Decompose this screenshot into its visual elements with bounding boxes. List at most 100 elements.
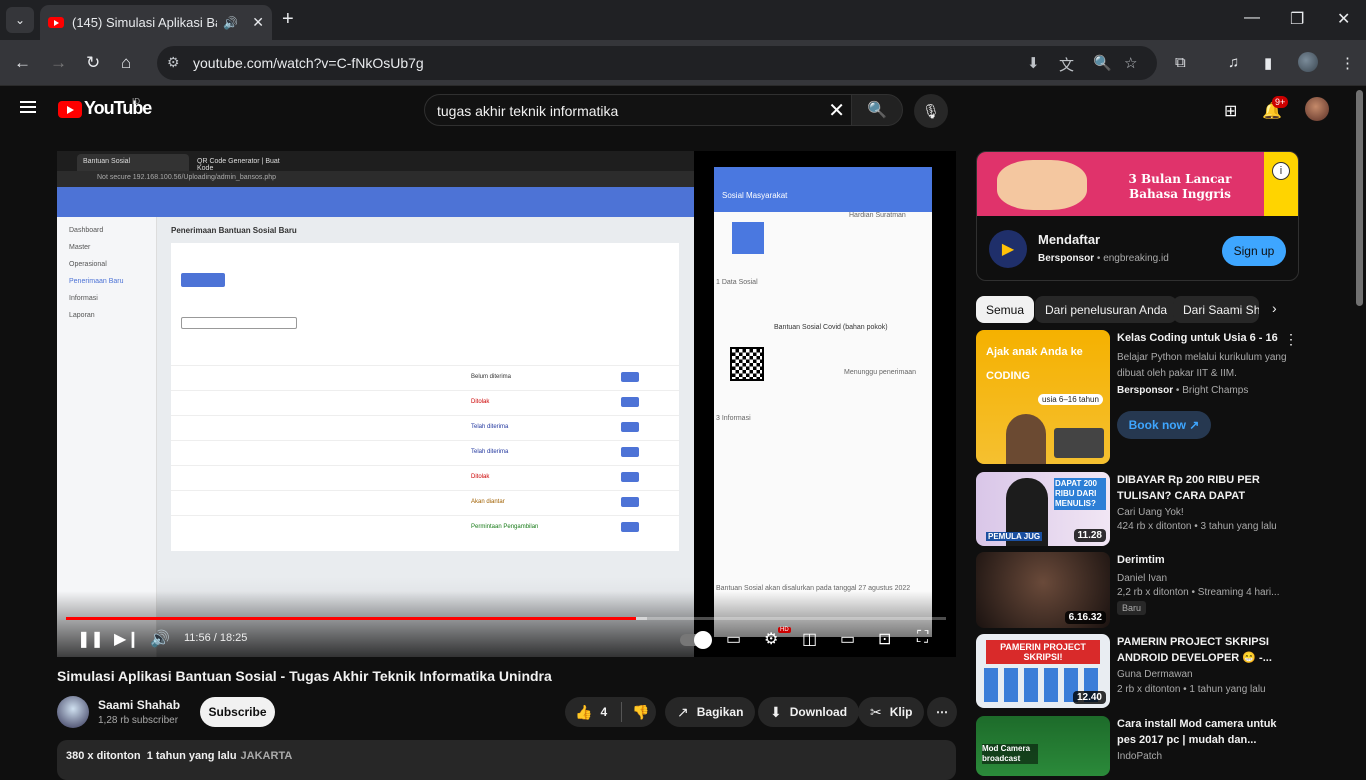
- subtitles-icon[interactable]: ▭: [726, 629, 741, 649]
- rec-thumbnail[interactable]: Ajak anak Anda ke CODING usia 6–16 tahun: [976, 330, 1110, 464]
- player-gradient: [57, 591, 956, 657]
- video-frame-sidebar-item: Penerimaan Baru: [69, 278, 124, 285]
- home-icon[interactable]: ⌂: [121, 53, 131, 73]
- site-info-icon[interactable]: ⚙: [167, 54, 180, 71]
- rec-title[interactable]: Cara install Mod camera untuk pes 2017 p…: [1117, 716, 1287, 748]
- voice-search-button[interactable]: 🎙: [914, 94, 948, 128]
- video-frame-row: Belum diterima: [171, 365, 679, 390]
- back-icon[interactable]: ←: [14, 53, 31, 73]
- like-count[interactable]: 4: [600, 705, 607, 719]
- extensions-icon[interactable]: ⧉: [1175, 54, 1186, 71]
- chevron-right-icon[interactable]: ›: [1272, 300, 1277, 316]
- more-actions-button[interactable]: ⋯: [927, 697, 957, 727]
- subscribe-button[interactable]: Subscribe: [200, 697, 275, 727]
- chip-from-search[interactable]: Dari penelusuran Anda: [1035, 296, 1178, 323]
- ad-title[interactable]: Mendaftar: [1038, 232, 1100, 247]
- ad-info-icon[interactable]: i: [1272, 162, 1290, 180]
- video-frame-card: Belum diterima Ditolak Telah diterima Te…: [171, 243, 679, 551]
- clip-label: Klip: [889, 705, 913, 719]
- create-video-icon[interactable]: ⊞: [1224, 101, 1237, 121]
- menu-icon[interactable]: [20, 101, 36, 113]
- restore-icon[interactable]: ❐: [1290, 9, 1304, 29]
- advertiser-logo-icon: ▶: [989, 230, 1027, 268]
- zoom-icon[interactable]: 🔍: [1093, 54, 1112, 72]
- new-badge: Baru: [1117, 601, 1147, 615]
- reload-icon[interactable]: ↻: [86, 53, 100, 73]
- location-tag[interactable]: JAKARTA: [241, 750, 293, 762]
- pause-icon[interactable]: ❚❚: [77, 629, 104, 649]
- close-tab-icon[interactable]: ✕: [252, 14, 264, 31]
- video-player[interactable]: Bantuan Sosial QR Code Generator | Buat …: [57, 151, 956, 657]
- address-bar[interactable]: ⚙ youtube.com/watch?v=C-fNkOsUb7g ⬇ 文 🔍 …: [157, 46, 1157, 80]
- ad-signup-button[interactable]: Sign up: [1222, 236, 1286, 266]
- install-app-icon[interactable]: ⬇: [1027, 54, 1040, 72]
- rec-thumbnail[interactable]: DAPAT 200 RIBU DARI MENULIS? PEMULA JUG …: [976, 472, 1110, 546]
- account-avatar[interactable]: [1305, 97, 1329, 121]
- download-button[interactable]: ⬇ Download: [758, 697, 860, 727]
- rec-title[interactable]: Derimtim: [1117, 552, 1287, 568]
- media-control-icon[interactable]: ♫: [1228, 54, 1239, 71]
- channel-avatar[interactable]: [57, 696, 89, 728]
- channel-name[interactable]: Saami Shahab: [98, 698, 180, 712]
- rec-more-icon[interactable]: ⋮: [1284, 331, 1298, 348]
- book-now-button[interactable]: Book now ↗: [1117, 411, 1211, 439]
- rec-sponsored-label: Bersponsor: [1117, 385, 1174, 396]
- ad-banner[interactable]: 3 Bulan Lancar Bahasa Inggris i: [977, 152, 1298, 216]
- cast-icon[interactable]: ⊡: [878, 629, 891, 649]
- search-button[interactable]: 🔍: [851, 94, 903, 126]
- rec-title[interactable]: PAMERIN PROJECT SKRIPSI ANDROID DEVELOPE…: [1117, 634, 1287, 666]
- ad-info-area: i: [1264, 152, 1298, 216]
- miniplayer-icon[interactable]: ◫: [802, 629, 817, 649]
- fullscreen-icon[interactable]: ⛶: [917, 629, 928, 647]
- tab-search-button[interactable]: ⌄: [6, 7, 34, 33]
- time-display: 11:56 / 18:25: [184, 632, 248, 644]
- clear-search-icon[interactable]: ✕: [828, 98, 845, 123]
- video-frame-add-button: [181, 273, 225, 287]
- browser-menu-icon[interactable]: ⋮: [1340, 54, 1355, 72]
- rec-title[interactable]: Kelas Coding untuk Usia 6 - 16: [1117, 330, 1287, 346]
- translate-icon[interactable]: 文: [1059, 54, 1074, 75]
- ad-card[interactable]: 3 Bulan Lancar Bahasa Inggris i ▶ Mendaf…: [976, 151, 1299, 281]
- youtube-logo-icon[interactable]: [58, 101, 82, 118]
- new-tab-icon[interactable]: +: [282, 8, 294, 31]
- video-frame-status: Telah diterima: [471, 449, 509, 455]
- page-scrollbar[interactable]: [1356, 90, 1363, 306]
- settings-gear-icon[interactable]: ⚙: [764, 629, 778, 649]
- clip-button[interactable]: ✂ Klip: [858, 697, 925, 727]
- rec-thumbnail[interactable]: Mod Camera broadcast: [976, 716, 1110, 776]
- dislike-icon[interactable]: 👎: [632, 704, 649, 721]
- video-frame-address: Not secure 192.168.100.56/Uploading/admi…: [57, 171, 694, 187]
- like-icon[interactable]: 👍: [575, 704, 592, 721]
- search-input[interactable]: tugas akhir teknik informatika ✕: [424, 94, 852, 126]
- video-title: Simulasi Aplikasi Bantuan Sosial - Tugas…: [57, 668, 552, 684]
- rec-title[interactable]: DIBAYAR Rp 200 RIBU PER TULISAN? CARA DA…: [1117, 472, 1287, 504]
- volume-icon[interactable]: 🔊: [150, 629, 170, 649]
- progress-bar[interactable]: [66, 617, 946, 620]
- bookmark-star-icon[interactable]: ☆: [1124, 54, 1137, 72]
- rec-thumbnail[interactable]: PAMERIN PROJECT SKRIPSI! 12.40: [976, 634, 1110, 708]
- theater-mode-icon[interactable]: ▭: [840, 629, 855, 649]
- description-box[interactable]: 380 x ditonton 1 tahun yang lalu JAKARTA: [57, 740, 956, 780]
- share-button[interactable]: ↗ Bagikan: [665, 697, 756, 727]
- speaker-icon[interactable]: 🔊: [223, 16, 238, 30]
- rec-thumbnail[interactable]: 6.16.32: [976, 552, 1110, 628]
- minimize-icon[interactable]: —: [1244, 9, 1260, 27]
- forward-icon[interactable]: →: [50, 53, 67, 73]
- youtube-logo-text[interactable]: YouTube: [84, 98, 152, 119]
- youtube-favicon-icon: [48, 17, 64, 28]
- rec-channel: Guna Dermawan: [1117, 669, 1193, 680]
- next-icon[interactable]: ▶❙: [114, 629, 140, 649]
- side-panel-icon[interactable]: ▮: [1264, 54, 1272, 72]
- search-icon: 🔍: [867, 102, 887, 119]
- browser-profile-avatar[interactable]: [1298, 52, 1318, 72]
- phone-user-name: Hardian Suratman: [849, 212, 906, 219]
- rec-thumb-text: PAMERIN PROJECT SKRIPSI!: [986, 640, 1100, 664]
- mic-icon: 🎙: [922, 102, 940, 119]
- rec-thumb-text: Ajak anak Anda ke CODING: [986, 346, 1083, 382]
- browser-tab[interactable]: (145) Simulasi Aplikasi Bant 🔊 ✕: [40, 5, 272, 40]
- chip-all[interactable]: Semua: [976, 296, 1035, 323]
- close-window-icon[interactable]: ✕: [1337, 9, 1350, 29]
- autoplay-toggle[interactable]: [680, 631, 712, 649]
- chip-from-channel[interactable]: Dari Saami Sh: [1173, 296, 1259, 323]
- progress-played: [66, 617, 637, 620]
